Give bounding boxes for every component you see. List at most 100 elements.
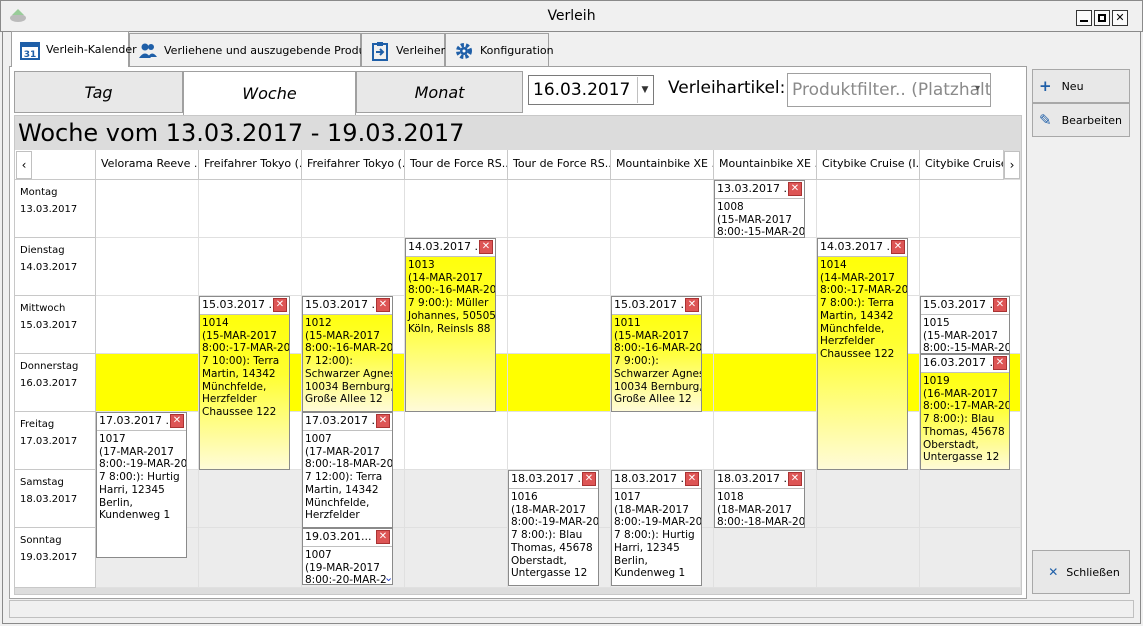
calendar-cell[interactable]: [508, 180, 611, 238]
calendar-cell[interactable]: [611, 180, 714, 238]
calendar-cell[interactable]: [302, 180, 405, 238]
date-picker[interactable]: 16.03.2017: [528, 75, 654, 105]
new-button[interactable]: + Neu: [1032, 69, 1130, 103]
calendar-cell[interactable]: [508, 354, 611, 412]
column-header[interactable]: Citybike Cruise...: [920, 150, 1004, 180]
appointment[interactable]: 18.03.2017 ... ✕ 1018 (18-MAR-2017 8:00:-1…: [714, 470, 805, 528]
tab-verleih-kalender[interactable]: 31 Verleih-Kalender: [11, 31, 137, 67]
delete-icon[interactable]: ✕: [582, 472, 596, 486]
scroll-right-button[interactable]: ›: [1004, 151, 1020, 179]
calendar-cell[interactable]: [920, 528, 1021, 588]
delete-icon[interactable]: ✕: [788, 182, 802, 196]
column-header[interactable]: Freifahrer Tokyo (...: [199, 150, 302, 180]
appointment[interactable]: 14.03.2017 ... ✕ 1013 (14-MAR-2017 8:00:-1…: [405, 238, 496, 412]
calendar-cell[interactable]: [199, 180, 302, 238]
calendar-cell[interactable]: [405, 470, 508, 528]
window-title: Verleih: [547, 8, 596, 24]
calendar-cell[interactable]: [611, 238, 714, 296]
calendar-cell[interactable]: [405, 180, 508, 238]
calendar-cell[interactable]: [96, 354, 199, 412]
appointment-body: 1017 (18-MAR-2017 8:00:-19-MAR-201 7 8:0…: [614, 491, 702, 580]
column-header[interactable]: Tour de Force RS...: [405, 150, 508, 180]
appointment[interactable]: 18.03.2017 ... ✕ 1017 (18-MAR-2017 8:00:-1…: [611, 470, 702, 586]
calendar-cell[interactable]: [405, 412, 508, 470]
calendar-cell[interactable]: [199, 238, 302, 296]
appointment[interactable]: 13.03.2017 ... ✕ 1008 (15-MAR-2017 8:00:-1…: [714, 180, 805, 238]
calendar-cell[interactable]: [96, 180, 199, 238]
close-button[interactable]: ✕ Schließen: [1032, 550, 1130, 594]
delete-icon[interactable]: ✕: [376, 414, 390, 428]
calendar-cell[interactable]: [302, 238, 405, 296]
column-header[interactable]: Freifahrer Tokyo (...: [302, 150, 405, 180]
calendar-cell[interactable]: [920, 470, 1021, 528]
appointment[interactable]: 15.03.2017 ... ✕ 1015 (15-MAR-2017 8:00:-1…: [920, 296, 1010, 354]
column-header[interactable]: Citybike Cruise (I...: [817, 150, 920, 180]
view-tab-monat[interactable]: Monat: [356, 71, 523, 113]
calendar-cell[interactable]: [96, 296, 199, 354]
calendar-cell[interactable]: [199, 528, 302, 588]
calendar-cell[interactable]: [508, 412, 611, 470]
delete-icon[interactable]: ✕: [993, 298, 1007, 312]
calendar-cell[interactable]: [611, 412, 714, 470]
calendar-cell[interactable]: [405, 528, 508, 588]
scroll-left-button[interactable]: ‹: [16, 151, 32, 179]
calendar-cell[interactable]: [714, 412, 817, 470]
calendar-cell[interactable]: [817, 180, 920, 238]
calendar-cell[interactable]: [714, 354, 817, 412]
appointment[interactable]: 17.03.2017 ... ✕ 1017 (17-MAR-2017 8:00:-1…: [96, 412, 187, 558]
edit-button[interactable]: ✎ Bearbeiten: [1032, 103, 1130, 137]
view-tab-woche[interactable]: Woche: [183, 71, 356, 115]
delete-icon[interactable]: ✕: [273, 298, 287, 312]
day-row-header: Dienstag 14.03.2017: [15, 238, 96, 296]
column-header[interactable]: Tour de Force RS...: [508, 150, 611, 180]
delete-icon[interactable]: ✕: [685, 472, 699, 486]
delete-icon[interactable]: ✕: [788, 472, 802, 486]
day-name: Freitag: [20, 419, 55, 430]
column-header[interactable]: Velorama Reeve ...: [96, 150, 199, 180]
appointment-title-text: 18.03.2017 ...: [511, 472, 588, 485]
calendar-cell[interactable]: [199, 470, 302, 528]
tab-konfiguration[interactable]: Konfiguration: [445, 33, 554, 67]
appointment[interactable]: 15.03.2017 ... ✕ 1014 (15-MAR-2017 8:00:-1…: [199, 296, 290, 470]
calendar-cell[interactable]: [920, 180, 1021, 238]
delete-icon[interactable]: ✕: [170, 414, 184, 428]
view-tab-tag[interactable]: Tag: [14, 71, 183, 113]
minimize-button[interactable]: [1076, 10, 1092, 26]
delete-icon[interactable]: ✕: [376, 530, 390, 544]
delete-icon[interactable]: ✕: [479, 240, 493, 254]
appointment[interactable]: 15.03.2017 ... ✕ 1011 (15-MAR-2017 8:00:-1…: [611, 296, 702, 412]
calendar-cell[interactable]: [817, 470, 920, 528]
day-name: Donnerstag: [20, 361, 79, 372]
appointment[interactable]: 18.03.2017 ... ✕ 1016 (18-MAR-2017 8:00:-1…: [508, 470, 599, 586]
appointment[interactable]: 17.03.2017 ... ✕ 1007 (17-MAR-2017 8:00:-1…: [302, 412, 393, 528]
tab-verleihen[interactable]: Verleihen: [361, 33, 448, 67]
calendar-cell[interactable]: [96, 238, 199, 296]
calendar-cell[interactable]: [920, 238, 1021, 296]
more-chevron-icon[interactable]: ⌄: [384, 571, 393, 584]
column-header[interactable]: Mountainbike XE ...: [714, 150, 817, 180]
column-header[interactable]: Mountainbike XE ...: [611, 150, 714, 180]
calendar-cell[interactable]: [508, 238, 611, 296]
product-filter-input[interactable]: Produktfilter.. (Platzhalter): [787, 73, 991, 107]
delete-icon[interactable]: ✕: [891, 240, 905, 254]
tab-verliehene-produkte[interactable]: Verliehene und auszugebende Produkte: [129, 33, 383, 67]
calendar-cell[interactable]: [817, 528, 920, 588]
maximize-button[interactable]: [1094, 10, 1110, 26]
delete-icon[interactable]: ✕: [376, 298, 390, 312]
appointment[interactable]: 15.03.2017 ... ✕ 1012 (15-MAR-2017 8:00:-1…: [302, 296, 393, 412]
appointment[interactable]: 16.03.2017 ... ✕ 1019 (16-MAR-2017 8:00:-1…: [920, 354, 1010, 470]
dropdown-icon[interactable]: ▾: [975, 83, 987, 97]
chevron-down-icon[interactable]: ▼: [637, 77, 652, 103]
day-row-header: Donnerstag 16.03.2017: [15, 354, 96, 412]
close-window-button[interactable]: ✕: [1112, 10, 1128, 26]
appointment[interactable]: 19.03.201... ✕ 1007 (19-MAR-2017 8:00:-20-…: [302, 528, 393, 585]
day-name: Dienstag: [20, 245, 65, 256]
delete-icon[interactable]: ✕: [993, 356, 1007, 370]
appointment[interactable]: 14.03.2017 ... ✕ 1014 (14-MAR-2017 8:00:-1…: [817, 238, 908, 470]
calendar-cell[interactable]: [714, 238, 817, 296]
delete-icon[interactable]: ✕: [685, 298, 699, 312]
calendar-cell[interactable]: [508, 296, 611, 354]
appointment-title-text: 15.03.2017 ...: [923, 298, 1000, 311]
calendar-cell[interactable]: [714, 528, 817, 588]
calendar-cell[interactable]: [714, 296, 817, 354]
